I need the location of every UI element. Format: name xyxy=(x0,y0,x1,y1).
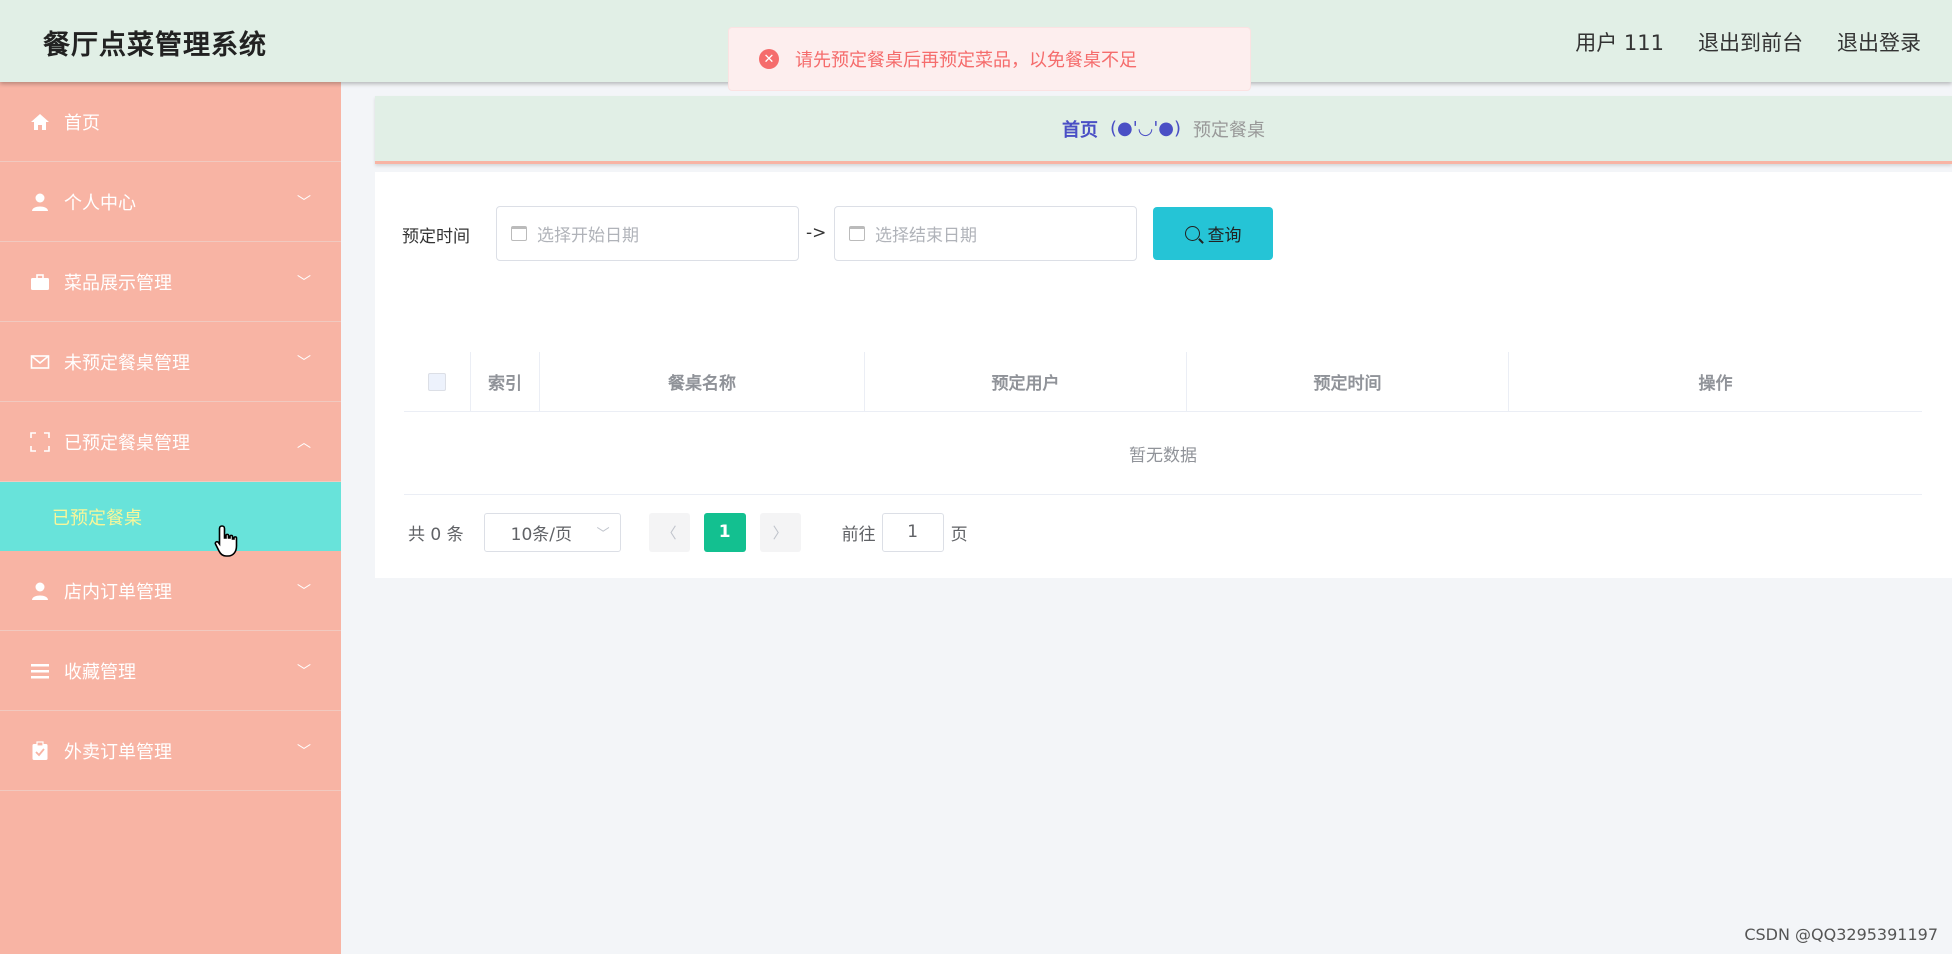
sidebar-subitem-reserved-tables[interactable]: 已预定餐桌 xyxy=(0,482,341,551)
end-date-placeholder: 选择结束日期 xyxy=(875,226,977,246)
app-title: 餐厅点菜管理系统 xyxy=(43,30,267,61)
clipboard-icon xyxy=(30,740,50,761)
prev-page-button[interactable]: 〈 xyxy=(648,512,690,552)
date-range-separator: -> xyxy=(806,223,827,243)
sidebar-item-label: 已预定餐桌管理 xyxy=(64,432,190,454)
table-empty-text: 暂无数据 xyxy=(404,412,1922,495)
page-suffix: 页 xyxy=(950,524,968,545)
user-link[interactable]: 用户 111 xyxy=(1575,27,1664,57)
select-all-cell xyxy=(404,352,471,411)
logout-link[interactable]: 退出登录 xyxy=(1837,27,1921,57)
list-icon xyxy=(30,661,50,681)
start-date-placeholder: 选择开始日期 xyxy=(537,226,639,246)
error-circle-icon: ✕ xyxy=(759,49,779,69)
sidebar-item-home[interactable]: 首页 xyxy=(0,82,341,162)
next-page-button[interactable]: 〉 xyxy=(759,512,801,552)
sidebar-item-label: 菜品展示管理 xyxy=(64,272,172,294)
hand-cursor-icon xyxy=(214,524,242,562)
column-header-table-name: 餐桌名称 xyxy=(540,352,865,411)
home-icon xyxy=(30,112,50,132)
chevron-down-icon: ﹀ xyxy=(297,664,311,680)
sidebar-item-reserved-tables[interactable]: 已预定餐桌管理 ︿ xyxy=(0,402,341,482)
chevron-down-icon: ﹀ xyxy=(297,195,311,211)
goto-label: 前往 xyxy=(841,524,876,545)
search-button[interactable]: 查询 xyxy=(1153,207,1273,260)
frame-icon xyxy=(30,431,50,452)
chevron-up-icon: ︿ xyxy=(297,435,311,451)
exit-to-frontend-link[interactable]: 退出到前台 xyxy=(1698,27,1803,57)
chevron-down-icon: ﹀ xyxy=(297,584,311,600)
pagination-total: 共 0 条 xyxy=(408,524,464,545)
sidebar-item-takeout-orders[interactable]: 外卖订单管理 ﹀ xyxy=(0,711,341,791)
sidebar-item-label: 未预定餐桌管理 xyxy=(64,352,190,374)
search-icon xyxy=(1184,226,1200,241)
mail-icon xyxy=(30,352,50,372)
sidebar-item-label: 首页 xyxy=(64,112,100,134)
breadcrumb: 首页 (●'◡'●) 预定餐桌 xyxy=(375,96,1952,164)
sidebar-subitem-label: 已预定餐桌 xyxy=(52,507,142,529)
pagination: 共 0 条 10条/页 ﹀ 〈 1 〉 前往 1 页 xyxy=(408,512,968,552)
breadcrumb-separator: (●'◡'●) xyxy=(1109,118,1182,139)
select-all-checkbox[interactable] xyxy=(428,372,446,391)
chevron-left-icon: 〈 xyxy=(661,523,677,542)
chevron-down-icon: ﹀ xyxy=(596,526,610,542)
chevron-right-icon: 〉 xyxy=(772,523,788,542)
sidebar: 首页 个人中心 ﹀ 菜品展示管理 ﹀ 未预定餐桌管理 ﹀ 已预定餐桌管理 ︿ 已… xyxy=(0,82,341,954)
content-card: 预定时间 选择开始日期 -> 选择结束日期 查询 索引 餐桌名称 预定用户 预定… xyxy=(375,172,1952,578)
end-date-input[interactable]: 选择结束日期 xyxy=(834,206,1137,261)
page-size-value: 10条/页 xyxy=(510,524,572,545)
sidebar-item-favorites[interactable]: 收藏管理 ﹀ xyxy=(0,631,341,711)
calendar-icon xyxy=(511,226,527,241)
sidebar-item-label: 个人中心 xyxy=(64,192,136,214)
search-button-label: 查询 xyxy=(1207,226,1242,246)
chevron-down-icon: ﹀ xyxy=(297,275,311,291)
reservation-table: 索引 餐桌名称 预定用户 预定时间 操作 暂无数据 xyxy=(404,352,1922,495)
column-header-reserved-user: 预定用户 xyxy=(865,352,1187,411)
sidebar-item-in-store-orders[interactable]: 店内订单管理 ﹀ xyxy=(0,551,341,631)
user-icon xyxy=(30,581,50,601)
page-size-select[interactable]: 10条/页 ﹀ xyxy=(483,512,621,552)
header-links: 用户 111 退出到前台 退出登录 xyxy=(1575,27,1921,57)
breadcrumb-home[interactable]: 首页 xyxy=(1062,116,1098,142)
breadcrumb-current: 预定餐桌 xyxy=(1193,119,1266,141)
page-number-button[interactable]: 1 xyxy=(703,512,746,552)
column-header-reserved-time: 预定时间 xyxy=(1187,352,1509,411)
calendar-icon xyxy=(849,226,865,241)
watermark: CSDN @QQ3295391197 xyxy=(1744,925,1938,944)
goto-page-input[interactable]: 1 xyxy=(881,512,944,552)
column-header-index: 索引 xyxy=(471,352,540,411)
sidebar-item-dish-display[interactable]: 菜品展示管理 ﹀ xyxy=(0,242,341,322)
filter-label: 预定时间 xyxy=(402,227,470,247)
toast-message: 请先预定餐桌后再预定菜品，以免餐桌不足 xyxy=(795,50,1137,71)
chevron-down-icon: ﹀ xyxy=(297,355,311,371)
start-date-input[interactable]: 选择开始日期 xyxy=(496,206,799,261)
sidebar-item-label: 店内订单管理 xyxy=(64,581,172,603)
error-toast: ✕ 请先预定餐桌后再预定菜品，以免餐桌不足 xyxy=(728,27,1251,91)
column-header-actions: 操作 xyxy=(1698,374,1733,394)
table-header: 索引 餐桌名称 预定用户 预定时间 操作 xyxy=(404,352,1922,412)
user-icon xyxy=(30,192,50,212)
sidebar-item-personal-center[interactable]: 个人中心 ﹀ xyxy=(0,162,341,242)
sidebar-item-label: 收藏管理 xyxy=(64,661,136,683)
sidebar-item-unreserved-tables[interactable]: 未预定餐桌管理 ﹀ xyxy=(0,322,341,402)
briefcase-icon xyxy=(30,272,50,292)
chevron-down-icon: ﹀ xyxy=(297,744,311,760)
sidebar-item-label: 外卖订单管理 xyxy=(64,741,172,763)
